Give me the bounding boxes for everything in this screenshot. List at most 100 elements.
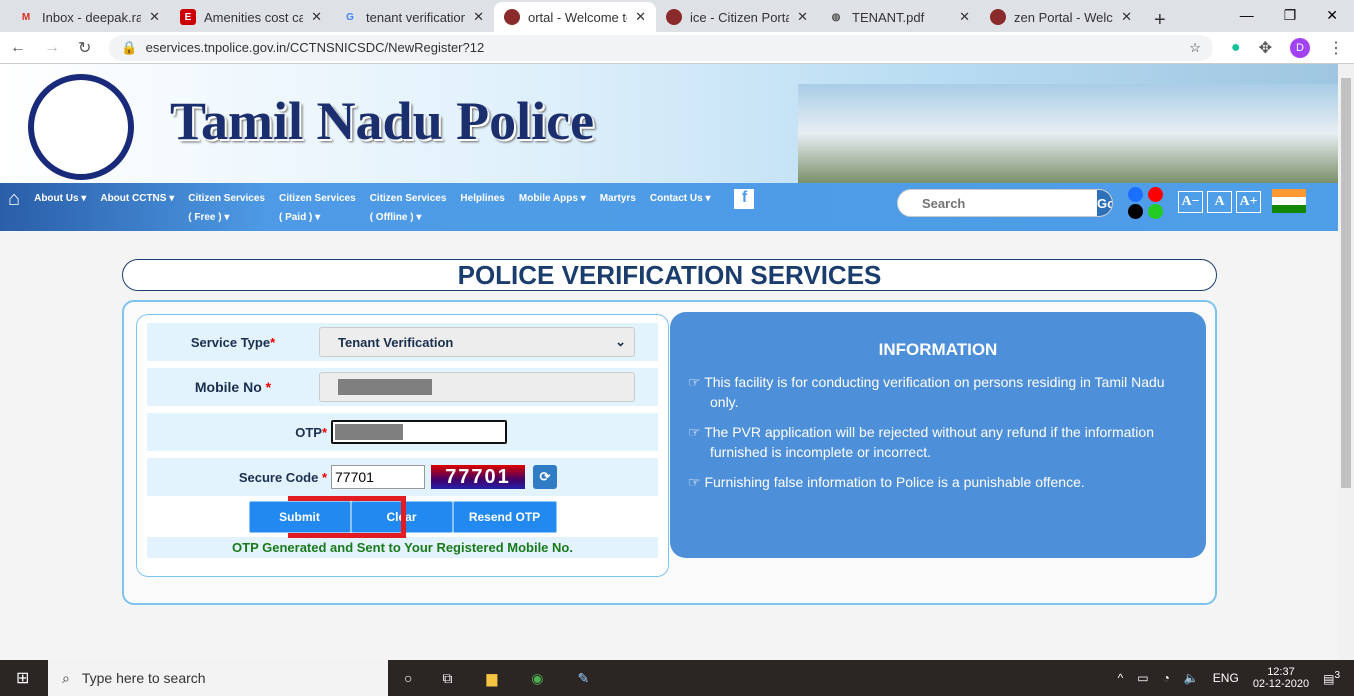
nav-citizen-free[interactable]: Citizen Services ( Free ) ▾ (188, 189, 265, 227)
browser-tab[interactable]: ◍ TENANT.pdf ✕ (818, 2, 980, 32)
nav-contact-us[interactable]: Contact Us ▾ (650, 189, 711, 208)
paint-icon[interactable]: ✎ (577, 670, 589, 687)
chrome-icon[interactable]: ◉ (531, 670, 543, 687)
refresh-captcha-icon[interactable]: ⟳ (533, 465, 557, 489)
close-icon[interactable]: ✕ (959, 9, 970, 25)
verification-form: Service Type* Tenant Verification ⌄ Mobil… (136, 314, 669, 577)
otp-label: OTP* (295, 424, 327, 440)
close-icon[interactable]: ✕ (311, 9, 322, 25)
tab-title: ice - Citizen Portal (690, 9, 790, 25)
avatar[interactable]: D (1290, 37, 1310, 58)
information-panel: INFORMATION ☞ This facility is for condu… (670, 312, 1206, 558)
nav-about-us[interactable]: About Us ▾ (34, 189, 86, 208)
star-icon[interactable]: ☆ (1189, 40, 1201, 56)
browser-tab[interactable]: Gtenant verification ✕ (332, 2, 494, 32)
service-type-select[interactable]: Tenant Verification ⌄ (319, 327, 635, 357)
grammarly-icon[interactable]: ● (1231, 39, 1241, 57)
resend-otp-button[interactable]: Resend OTP (452, 501, 557, 533)
theme-black-button[interactable] (1128, 204, 1143, 219)
info-item: ☞ Furnishing false information to Police… (688, 474, 1085, 490)
secure-code-input[interactable]: 77701 (331, 465, 425, 489)
tab-title: Inbox - deepak.raj (42, 9, 142, 25)
task-view-icon[interactable]: ⧉ (442, 670, 452, 687)
menu-icon[interactable]: ⋮ (1328, 38, 1344, 58)
tn-police-logo (28, 74, 134, 180)
font-increase-button[interactable]: A+ (1236, 191, 1261, 213)
new-tab-button[interactable]: + (1142, 9, 1178, 32)
back-icon[interactable]: ← (10, 39, 26, 57)
tab-strip: M Inbox - deepak.raj ✕ E Amenities cost can… (0, 0, 1354, 32)
facebook-icon[interactable]: f (734, 189, 755, 209)
page-scrollbar[interactable] (1338, 64, 1354, 660)
wifi-icon[interactable]: ◔ (1163, 671, 1170, 685)
nav-mobile-apps[interactable]: Mobile Apps ▾ (519, 189, 586, 208)
browser-tab[interactable]: ice - Citizen Portal ✕ (656, 2, 818, 32)
nav-citizen-paid[interactable]: Citizen Services ( Paid ) ▾ (279, 189, 356, 227)
india-flag-icon (1272, 189, 1306, 213)
theme-color-picker (1128, 187, 1166, 219)
browser-tab[interactable]: M Inbox - deepak.raj ✕ (8, 2, 170, 32)
search-go-button[interactable]: Go (1097, 190, 1112, 216)
search-input[interactable] (898, 190, 1097, 216)
close-icon[interactable]: ✕ (149, 9, 160, 25)
headquarters-image (798, 84, 1338, 183)
language-indicator[interactable]: ENG (1213, 671, 1239, 685)
nav-about-cctns[interactable]: About CCTNS ▾ (100, 189, 174, 208)
browser-tab[interactable]: zen Portal - Welco ✕ (980, 2, 1142, 32)
info-item: ☞ This facility is for conducting verifi… (688, 374, 1165, 410)
nav-citizen-offline[interactable]: Citizen Services ( Offline ) ▾ (370, 189, 447, 227)
browser-tab-active[interactable]: ortal - Welcome to ✕ (494, 2, 656, 32)
minimize-icon[interactable]: — (1240, 7, 1254, 24)
home-icon[interactable]: ⌂ (8, 189, 20, 209)
theme-blue-button[interactable] (1128, 187, 1143, 202)
submit-button[interactable]: Submit (248, 501, 351, 533)
restore-icon[interactable]: ❐ (1284, 7, 1297, 24)
scrollbar-thumb[interactable] (1341, 78, 1351, 488)
chevron-up-icon[interactable]: ^ (1118, 671, 1124, 685)
url-bar[interactable]: 🔒 eservices.tnpolice.gov.in/CCTNSNICSDC/N… (109, 34, 1213, 61)
close-icon[interactable]: ✕ (797, 9, 808, 25)
tab-title: TENANT.pdf (852, 9, 925, 25)
lock-icon: 🔒 (121, 39, 138, 55)
font-decrease-button[interactable]: A− (1178, 191, 1203, 213)
redacted-value (338, 379, 432, 395)
close-icon[interactable]: ✕ (473, 9, 484, 25)
selected-value: Tenant Verification (338, 334, 454, 350)
close-icon[interactable]: ✕ (635, 9, 646, 25)
cortana-icon[interactable]: ○ (404, 670, 412, 686)
gmail-icon: M (21, 11, 31, 23)
extensions-icon[interactable]: ✥ (1259, 38, 1272, 58)
mobile-field[interactable] (319, 372, 635, 402)
info-item: ☞ The PVR application will be rejected w… (688, 424, 1154, 460)
search-placeholder: Type here to search (81, 670, 206, 686)
reload-icon[interactable]: ↻ (78, 38, 91, 58)
redacted-value (335, 424, 403, 440)
volume-icon[interactable]: 🔈 (1184, 671, 1199, 685)
browser-tab[interactable]: E Amenities cost can ✕ (170, 2, 332, 32)
taskbar-search[interactable]: ⌕ Type here to search (48, 660, 388, 696)
battery-icon[interactable]: ▭ (1137, 671, 1148, 685)
nav-helplines[interactable]: Helplines (460, 189, 504, 208)
site-search: Go (897, 189, 1113, 217)
close-window-icon[interactable]: ✕ (1326, 7, 1338, 24)
clock[interactable]: 12:37 02-12-2020 (1253, 666, 1309, 690)
system-tray: ^ ▭ ◔ 🔈 ENG 12:37 02-12-2020 ▤3 (1118, 666, 1354, 690)
page: Tamil Nadu Police ⌂ About Us ▾ About CCT… (0, 64, 1338, 660)
close-icon[interactable]: ✕ (1121, 9, 1132, 25)
tn-police-icon (990, 9, 1006, 25)
font-reset-button[interactable]: A (1207, 191, 1232, 213)
theme-green-button[interactable] (1148, 204, 1163, 219)
tab-title: ortal - Welcome to (528, 9, 628, 25)
theme-red-button[interactable] (1148, 187, 1163, 202)
file-explorer-icon[interactable]: ▆ (486, 670, 497, 687)
tab-title: tenant verification (366, 9, 466, 25)
windows-start-icon[interactable]: ⊞ (16, 668, 29, 688)
otp-field[interactable] (331, 420, 507, 444)
nav-martyrs[interactable]: Martyrs (600, 189, 636, 208)
forward-icon[interactable]: → (44, 39, 60, 57)
nav-sublabel: ( Offline ) ▾ (369, 212, 422, 223)
nav-label: Citizen Services (188, 193, 265, 204)
chevron-down-icon: ⌄ (615, 334, 626, 349)
notifications-icon[interactable]: ▤3 (1323, 670, 1340, 686)
search-icon: ⌕ (62, 669, 70, 686)
